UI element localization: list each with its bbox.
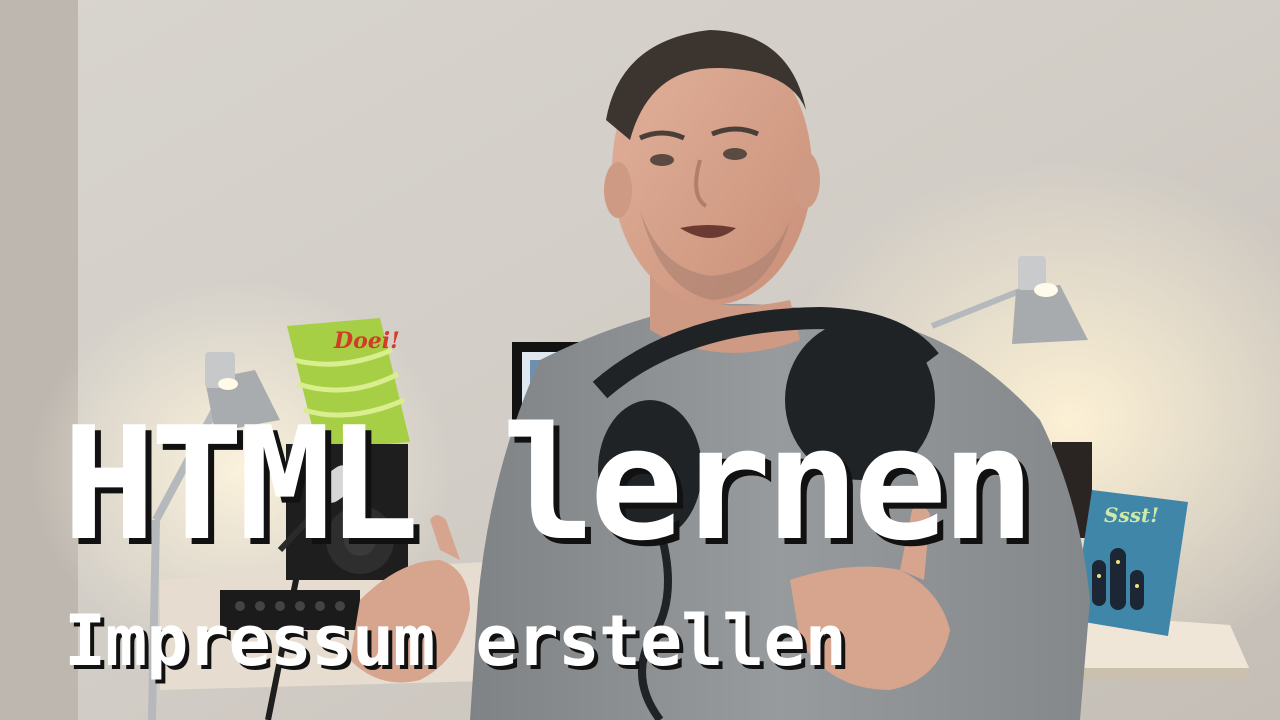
book-title-left: Doei! <box>333 328 400 354</box>
video-subtitle: Impressum erstellen <box>64 600 847 682</box>
blue-picture-book: Ssst! <box>1072 490 1188 636</box>
video-title: HTML lernen <box>62 393 1035 575</box>
book-title-right: Ssst! <box>1104 503 1159 527</box>
